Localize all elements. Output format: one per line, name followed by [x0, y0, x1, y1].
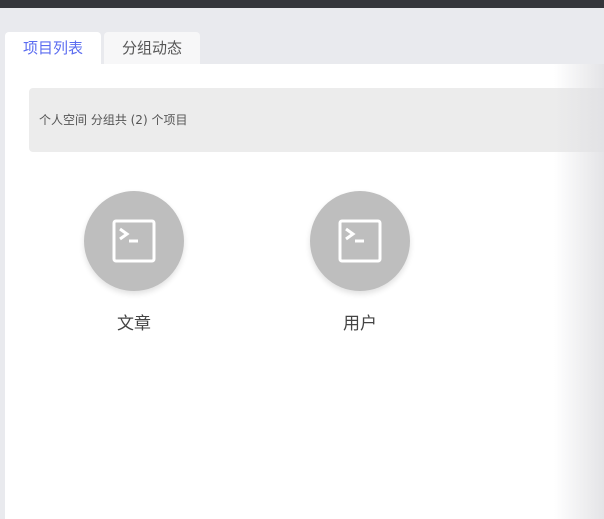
project-count-banner: 个人空间 分组共 (2) 个项目	[29, 88, 604, 152]
terminal-icon	[338, 219, 382, 263]
top-bar	[0, 0, 604, 8]
tab-project-list[interactable]: 项目列表	[5, 32, 101, 64]
project-name[interactable]: 文章	[64, 309, 204, 334]
project-card[interactable]: 用户	[290, 191, 430, 334]
terminal-icon	[112, 219, 156, 263]
scroll-shadow	[554, 64, 604, 519]
project-avatar[interactable]	[84, 191, 184, 291]
project-avatar[interactable]	[310, 191, 410, 291]
content-panel: 个人空间 分组共 (2) 个项目 文章 用户	[5, 64, 604, 519]
project-card[interactable]: 文章	[64, 191, 204, 334]
project-name[interactable]: 用户	[290, 309, 430, 334]
tab-bar: 项目列表 分组动态	[5, 32, 200, 64]
tab-group-activity[interactable]: 分组动态	[104, 32, 200, 64]
